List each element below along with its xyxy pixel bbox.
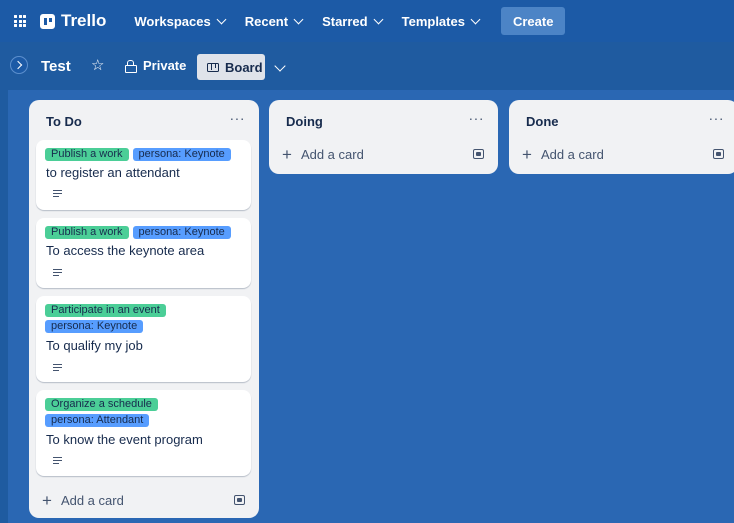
card-label[interactable]: Publish a work bbox=[45, 226, 129, 239]
trello-logo[interactable]: Trello bbox=[40, 11, 106, 31]
list-title[interactable]: Doing bbox=[286, 114, 323, 129]
logo-text: Trello bbox=[61, 11, 107, 30]
board-view-label: Board bbox=[225, 59, 263, 75]
nav-starred[interactable]: Starred bbox=[312, 7, 392, 35]
list-title[interactable]: To Do bbox=[46, 114, 82, 129]
chevron-right-icon[interactable] bbox=[10, 56, 28, 74]
card-label[interactable]: persona: Keynote bbox=[132, 226, 231, 239]
add-card-button[interactable]: + Add a card bbox=[522, 146, 604, 163]
card-label[interactable]: persona: Attendant bbox=[45, 414, 150, 427]
chevron-down-icon bbox=[373, 14, 384, 24]
add-card-button[interactable]: + Add a card bbox=[42, 492, 124, 509]
board-view-button[interactable]: Board bbox=[197, 54, 265, 80]
nav-workspaces-label: Workspaces bbox=[134, 13, 211, 29]
card-labels: Participate in an event persona: Keynote bbox=[45, 304, 245, 333]
nav-templates-label: Templates bbox=[401, 13, 465, 29]
lock-icon bbox=[125, 60, 137, 73]
card-title: To qualify my job bbox=[46, 338, 143, 353]
top-navigation-bar: Trello Workspaces Recent Starred Templat… bbox=[0, 0, 734, 42]
chevron-down-icon bbox=[470, 14, 481, 24]
plus-icon: + bbox=[522, 145, 532, 164]
plus-icon: + bbox=[282, 145, 292, 164]
chevron-down-icon bbox=[216, 14, 227, 24]
card-label[interactable]: Organize a schedule bbox=[45, 398, 158, 411]
description-icon bbox=[53, 364, 62, 372]
card[interactable]: Publish a work persona: Keynote To acces… bbox=[36, 218, 251, 288]
add-card-button[interactable]: + Add a card bbox=[282, 146, 364, 163]
nav-workspaces[interactable]: Workspaces bbox=[124, 7, 234, 35]
list-to-do: To Do ··· Publish a work persona: Keynot… bbox=[29, 100, 259, 518]
list-title[interactable]: Done bbox=[526, 114, 559, 129]
nav-recent-label: Recent bbox=[244, 13, 289, 29]
nav-templates[interactable]: Templates bbox=[392, 7, 489, 35]
card[interactable]: Organize a schedule persona: Attendant T… bbox=[36, 390, 251, 476]
board-header bbox=[0, 42, 734, 90]
nav-starred-label: Starred bbox=[322, 13, 368, 29]
nav-recent[interactable]: Recent bbox=[235, 7, 312, 35]
sidebar-collapsed bbox=[0, 42, 8, 523]
description-icon bbox=[53, 457, 62, 465]
card-label[interactable]: Participate in an event bbox=[45, 304, 166, 317]
add-card-label: Add a card bbox=[300, 147, 364, 162]
card-title: To know the event program bbox=[46, 432, 203, 447]
card-label[interactable]: Publish a work bbox=[45, 148, 129, 161]
ellipsis-icon[interactable]: ··· bbox=[230, 110, 246, 126]
board-icon bbox=[207, 62, 219, 72]
card-title: to register an attendant bbox=[46, 165, 180, 180]
description-icon bbox=[53, 190, 62, 198]
card-labels: Publish a work persona: Keynote bbox=[45, 148, 245, 161]
list-done: Done ··· + Add a card bbox=[509, 100, 734, 174]
visibility-label: Private bbox=[143, 58, 187, 73]
card[interactable]: Participate in an event persona: Keynote… bbox=[36, 296, 251, 382]
ellipsis-icon[interactable]: ··· bbox=[469, 110, 485, 126]
card-labels: Organize a schedule persona: Attendant bbox=[45, 398, 245, 427]
add-card-label: Add a card bbox=[540, 147, 604, 162]
create-button[interactable]: Create bbox=[500, 7, 566, 35]
visibility-button[interactable]: Private bbox=[125, 58, 186, 73]
template-icon[interactable] bbox=[234, 495, 245, 505]
apps-grid-icon[interactable] bbox=[14, 15, 26, 27]
add-card-label: Add a card bbox=[60, 493, 124, 508]
card-labels: Publish a work persona: Keynote bbox=[45, 226, 245, 239]
star-icon[interactable]: ☆ bbox=[91, 56, 104, 74]
chevron-down-icon bbox=[293, 14, 304, 24]
list-doing: Doing ··· + Add a card bbox=[269, 100, 498, 174]
template-icon[interactable] bbox=[713, 149, 724, 159]
card-label[interactable]: persona: Keynote bbox=[132, 148, 231, 161]
plus-icon: + bbox=[42, 491, 52, 510]
trello-logo-icon bbox=[40, 13, 55, 29]
board-title[interactable]: Test bbox=[41, 58, 71, 75]
card-title: To access the keynote area bbox=[46, 243, 205, 258]
description-icon bbox=[53, 269, 62, 277]
template-icon[interactable] bbox=[473, 149, 484, 159]
ellipsis-icon[interactable]: ··· bbox=[709, 110, 725, 126]
card[interactable]: Publish a work persona: Keynote to regis… bbox=[36, 140, 251, 210]
card-label[interactable]: persona: Keynote bbox=[45, 320, 144, 333]
